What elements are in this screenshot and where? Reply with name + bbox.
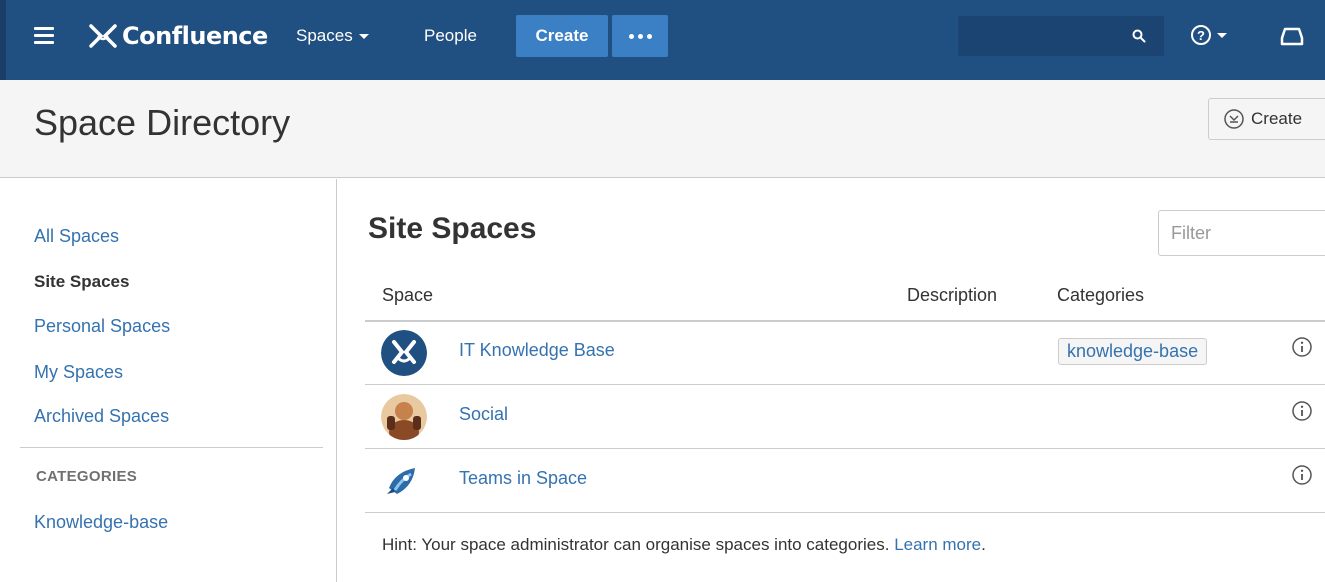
help-menu[interactable]: ? [1190,22,1230,50]
social-avatar-icon[interactable] [381,394,427,440]
create-button[interactable]: Create [516,15,608,57]
table-row: Teams in Space [365,448,1325,512]
hint-period: . [981,535,986,554]
help-icon: ? [1191,25,1227,45]
people-link[interactable]: People [424,16,477,56]
info-icon[interactable] [1291,336,1313,358]
sidebar-item-site-spaces[interactable]: Site Spaces [34,272,129,292]
brand-name: Confluence [122,22,268,50]
sidebar-item-all-spaces[interactable]: All Spaces [34,226,119,247]
chevron-down-icon [358,34,369,40]
hint-message: Hint: Your space administrator can organ… [382,535,890,554]
table-row: Social [365,384,1325,448]
row-divider [365,512,1325,513]
page-title: Space Directory [34,102,291,143]
space-link-it-knowledge-base[interactable]: IT Knowledge Base [459,340,615,361]
space-link-teams-in-space[interactable]: Teams in Space [459,468,587,489]
column-header-space: Space [382,285,434,305]
category-label-knowledge-base[interactable]: knowledge-base [1058,338,1208,365]
sidebar-category-knowledge-base[interactable]: Knowledge-base [34,512,168,533]
notifications-button[interactable] [1280,24,1304,48]
sidebar-item-my-spaces[interactable]: My Spaces [34,362,123,383]
space-link-social[interactable]: Social [459,404,508,425]
confluence-logo-icon[interactable] [381,330,427,376]
rocket-icon[interactable] [381,458,427,504]
confluence-x-icon [89,24,117,48]
column-header-categories: Categories [1057,285,1145,305]
create-space-icon [1224,109,1244,129]
spaces-menu-label: Spaces [296,26,353,45]
info-icon[interactable] [1291,464,1313,486]
spaces-menu[interactable]: Spaces [296,16,369,56]
top-navigation-bar: Confluence Spaces People Create ? [0,0,1325,80]
more-dots-icon [628,33,634,39]
svg-text:?: ? [1197,28,1205,43]
confluence-logo[interactable]: Confluence [88,16,268,56]
table-row: IT Knowledge Base knowledge-base [365,320,1325,384]
sidebar-item-archived-spaces[interactable]: Archived Spaces [34,406,169,427]
inbox-icon [1280,27,1304,46]
more-button[interactable] [612,15,668,57]
categories-heading: CATEGORIES [36,468,138,485]
section-title: Site Spaces [368,212,537,245]
menu-icon[interactable] [34,27,54,45]
sidebar-item-personal-spaces[interactable]: Personal Spaces [34,316,170,337]
create-space-label: Create [1251,109,1303,128]
nav-edge [0,0,6,80]
create-space-button[interactable]: Create [1208,98,1325,140]
search-input[interactable] [958,16,1164,56]
column-header-description: Description [907,285,998,305]
learn-more-link[interactable]: Learn more [894,535,981,554]
hint-text: Hint: Your space administrator can organ… [382,535,986,555]
filter-input[interactable] [1158,210,1325,256]
search-icon [1132,29,1146,43]
sidebar-divider [20,447,323,448]
info-icon[interactable] [1291,400,1313,422]
